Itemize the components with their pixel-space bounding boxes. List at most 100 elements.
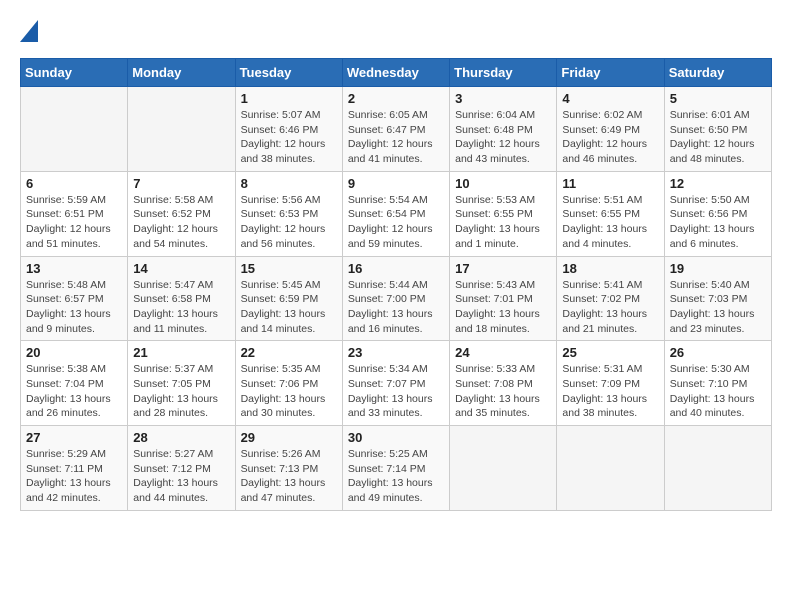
day-number: 6 bbox=[26, 176, 122, 191]
day-number: 30 bbox=[348, 430, 444, 445]
calendar-cell: 12 Sunrise: 5:50 AMSunset: 6:56 PMDayligh… bbox=[664, 171, 771, 256]
day-info: Sunrise: 5:25 AMSunset: 7:14 PMDaylight:… bbox=[348, 447, 444, 506]
calendar-cell: 14 Sunrise: 5:47 AMSunset: 6:58 PMDayligh… bbox=[128, 256, 235, 341]
day-number: 27 bbox=[26, 430, 122, 445]
day-number: 11 bbox=[562, 176, 658, 191]
calendar-cell: 13 Sunrise: 5:48 AMSunset: 6:57 PMDayligh… bbox=[21, 256, 128, 341]
day-info: Sunrise: 5:31 AMSunset: 7:09 PMDaylight:… bbox=[562, 362, 658, 421]
day-number: 19 bbox=[670, 261, 766, 276]
calendar-week-row: 27 Sunrise: 5:29 AMSunset: 7:11 PMDayligh… bbox=[21, 426, 772, 511]
day-number: 15 bbox=[241, 261, 337, 276]
calendar-cell: 4 Sunrise: 6:02 AMSunset: 6:49 PMDaylight… bbox=[557, 87, 664, 172]
calendar-cell: 23 Sunrise: 5:34 AMSunset: 7:07 PMDayligh… bbox=[342, 341, 449, 426]
day-info: Sunrise: 5:34 AMSunset: 7:07 PMDaylight:… bbox=[348, 362, 444, 421]
day-info: Sunrise: 5:37 AMSunset: 7:05 PMDaylight:… bbox=[133, 362, 229, 421]
day-number: 8 bbox=[241, 176, 337, 191]
day-info: Sunrise: 6:02 AMSunset: 6:49 PMDaylight:… bbox=[562, 108, 658, 167]
day-number: 1 bbox=[241, 91, 337, 106]
day-info: Sunrise: 5:59 AMSunset: 6:51 PMDaylight:… bbox=[26, 193, 122, 252]
calendar-cell bbox=[664, 426, 771, 511]
day-number: 3 bbox=[455, 91, 551, 106]
calendar-cell: 3 Sunrise: 6:04 AMSunset: 6:48 PMDaylight… bbox=[450, 87, 557, 172]
calendar-cell: 11Sunrise: 5:51 AMSunset: 6:55 PMDayligh… bbox=[557, 171, 664, 256]
day-number: 26 bbox=[670, 345, 766, 360]
day-info: Sunrise: 6:05 AMSunset: 6:47 PMDaylight:… bbox=[348, 108, 444, 167]
day-info: Sunrise: 5:44 AMSunset: 7:00 PMDaylight:… bbox=[348, 278, 444, 337]
calendar-cell: 30 Sunrise: 5:25 AMSunset: 7:14 PMDayligh… bbox=[342, 426, 449, 511]
day-info: Sunrise: 5:40 AMSunset: 7:03 PMDaylight:… bbox=[670, 278, 766, 337]
day-number: 12 bbox=[670, 176, 766, 191]
calendar-cell: 5 Sunrise: 6:01 AMSunset: 6:50 PMDaylight… bbox=[664, 87, 771, 172]
day-number: 23 bbox=[348, 345, 444, 360]
calendar-cell: 26 Sunrise: 5:30 AMSunset: 7:10 PMDayligh… bbox=[664, 341, 771, 426]
calendar-cell: 2 Sunrise: 6:05 AMSunset: 6:47 PMDaylight… bbox=[342, 87, 449, 172]
day-number: 7 bbox=[133, 176, 229, 191]
day-info: Sunrise: 5:26 AMSunset: 7:13 PMDaylight:… bbox=[241, 447, 337, 506]
calendar-cell bbox=[450, 426, 557, 511]
calendar-cell: 6 Sunrise: 5:59 AMSunset: 6:51 PMDaylight… bbox=[21, 171, 128, 256]
day-number: 14 bbox=[133, 261, 229, 276]
calendar-cell: 1 Sunrise: 5:07 AMSunset: 6:46 PMDaylight… bbox=[235, 87, 342, 172]
day-info: Sunrise: 5:47 AMSunset: 6:58 PMDaylight:… bbox=[133, 278, 229, 337]
day-info: Sunrise: 5:43 AMSunset: 7:01 PMDaylight:… bbox=[455, 278, 551, 337]
day-info: Sunrise: 5:56 AMSunset: 6:53 PMDaylight:… bbox=[241, 193, 337, 252]
day-info: Sunrise: 5:27 AMSunset: 7:12 PMDaylight:… bbox=[133, 447, 229, 506]
calendar-cell: 15 Sunrise: 5:45 AMSunset: 6:59 PMDayligh… bbox=[235, 256, 342, 341]
calendar-week-row: 20Sunrise: 5:38 AMSunset: 7:04 PMDayligh… bbox=[21, 341, 772, 426]
day-number: 9 bbox=[348, 176, 444, 191]
day-number: 18 bbox=[562, 261, 658, 276]
day-info: Sunrise: 5:30 AMSunset: 7:10 PMDaylight:… bbox=[670, 362, 766, 421]
weekday-header: Tuesday bbox=[235, 59, 342, 87]
calendar-cell: 20Sunrise: 5:38 AMSunset: 7:04 PMDayligh… bbox=[21, 341, 128, 426]
day-info: Sunrise: 5:29 AMSunset: 7:11 PMDaylight:… bbox=[26, 447, 122, 506]
day-number: 20 bbox=[26, 345, 122, 360]
calendar-cell: 7 Sunrise: 5:58 AMSunset: 6:52 PMDaylight… bbox=[128, 171, 235, 256]
day-info: Sunrise: 5:58 AMSunset: 6:52 PMDaylight:… bbox=[133, 193, 229, 252]
calendar-cell: 8 Sunrise: 5:56 AMSunset: 6:53 PMDaylight… bbox=[235, 171, 342, 256]
day-info: Sunrise: 5:54 AMSunset: 6:54 PMDaylight:… bbox=[348, 193, 444, 252]
day-number: 29 bbox=[241, 430, 337, 445]
calendar-cell: 29 Sunrise: 5:26 AMSunset: 7:13 PMDayligh… bbox=[235, 426, 342, 511]
day-number: 24 bbox=[455, 345, 551, 360]
day-number: 16 bbox=[348, 261, 444, 276]
weekday-header-row: SundayMondayTuesdayWednesdayThursdayFrid… bbox=[21, 59, 772, 87]
calendar-table: SundayMondayTuesdayWednesdayThursdayFrid… bbox=[20, 58, 772, 511]
day-number: 25 bbox=[562, 345, 658, 360]
calendar-cell: 9 Sunrise: 5:54 AMSunset: 6:54 PMDaylight… bbox=[342, 171, 449, 256]
calendar-cell bbox=[128, 87, 235, 172]
day-info: Sunrise: 6:04 AMSunset: 6:48 PMDaylight:… bbox=[455, 108, 551, 167]
calendar-week-row: 13 Sunrise: 5:48 AMSunset: 6:57 PMDayligh… bbox=[21, 256, 772, 341]
calendar-cell: 28Sunrise: 5:27 AMSunset: 7:12 PMDayligh… bbox=[128, 426, 235, 511]
weekday-header: Thursday bbox=[450, 59, 557, 87]
weekday-header: Wednesday bbox=[342, 59, 449, 87]
weekday-header: Sunday bbox=[21, 59, 128, 87]
day-info: Sunrise: 5:41 AMSunset: 7:02 PMDaylight:… bbox=[562, 278, 658, 337]
day-info: Sunrise: 6:01 AMSunset: 6:50 PMDaylight:… bbox=[670, 108, 766, 167]
day-info: Sunrise: 5:45 AMSunset: 6:59 PMDaylight:… bbox=[241, 278, 337, 337]
weekday-header: Friday bbox=[557, 59, 664, 87]
calendar-cell: 17Sunrise: 5:43 AMSunset: 7:01 PMDayligh… bbox=[450, 256, 557, 341]
day-number: 5 bbox=[670, 91, 766, 106]
calendar-week-row: 6 Sunrise: 5:59 AMSunset: 6:51 PMDaylight… bbox=[21, 171, 772, 256]
day-number: 22 bbox=[241, 345, 337, 360]
day-number: 4 bbox=[562, 91, 658, 106]
day-info: Sunrise: 5:50 AMSunset: 6:56 PMDaylight:… bbox=[670, 193, 766, 252]
calendar-cell: 24 Sunrise: 5:33 AMSunset: 7:08 PMDayligh… bbox=[450, 341, 557, 426]
day-info: Sunrise: 5:35 AMSunset: 7:06 PMDaylight:… bbox=[241, 362, 337, 421]
day-number: 2 bbox=[348, 91, 444, 106]
calendar-cell: 27 Sunrise: 5:29 AMSunset: 7:11 PMDayligh… bbox=[21, 426, 128, 511]
day-info: Sunrise: 5:48 AMSunset: 6:57 PMDaylight:… bbox=[26, 278, 122, 337]
calendar-cell bbox=[21, 87, 128, 172]
day-number: 21 bbox=[133, 345, 229, 360]
calendar-cell: 10Sunrise: 5:53 AMSunset: 6:55 PMDayligh… bbox=[450, 171, 557, 256]
calendar-cell: 18 Sunrise: 5:41 AMSunset: 7:02 PMDayligh… bbox=[557, 256, 664, 341]
logo bbox=[20, 20, 46, 42]
day-number: 10 bbox=[455, 176, 551, 191]
calendar-cell: 21 Sunrise: 5:37 AMSunset: 7:05 PMDayligh… bbox=[128, 341, 235, 426]
weekday-header: Monday bbox=[128, 59, 235, 87]
day-number: 13 bbox=[26, 261, 122, 276]
calendar-week-row: 1 Sunrise: 5:07 AMSunset: 6:46 PMDaylight… bbox=[21, 87, 772, 172]
calendar-cell: 25 Sunrise: 5:31 AMSunset: 7:09 PMDayligh… bbox=[557, 341, 664, 426]
day-info: Sunrise: 5:33 AMSunset: 7:08 PMDaylight:… bbox=[455, 362, 551, 421]
day-info: Sunrise: 5:07 AMSunset: 6:46 PMDaylight:… bbox=[241, 108, 337, 167]
